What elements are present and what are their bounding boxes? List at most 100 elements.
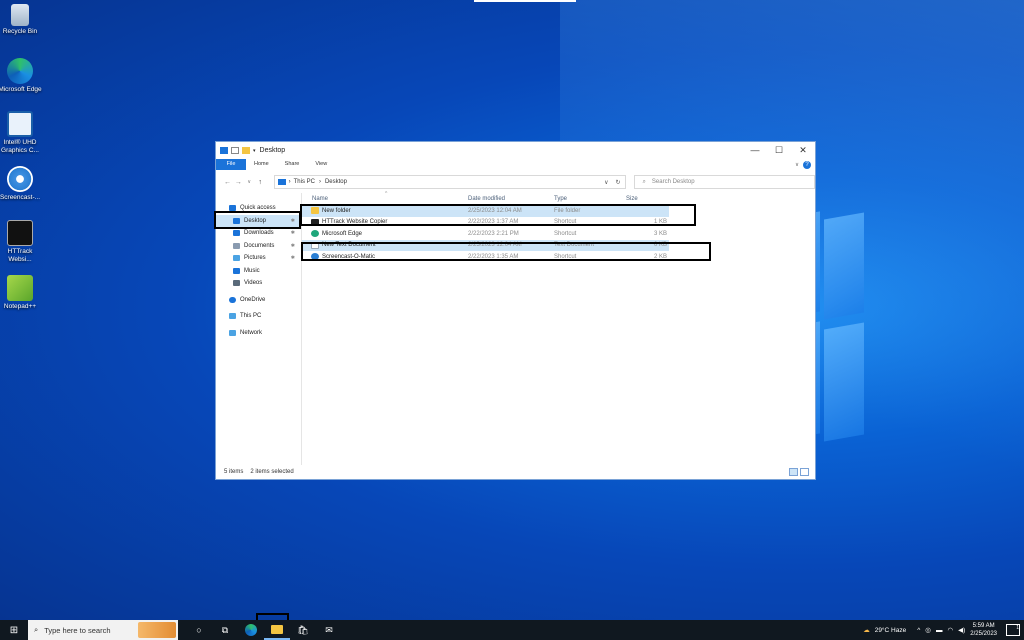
recent-locations-icon[interactable]: ∨ — [244, 179, 255, 185]
nav-item-network[interactable]: Network — [216, 327, 301, 340]
breadcrumb-this-pc[interactable]: This PC — [294, 179, 315, 185]
nav-item-videos[interactable]: Videos — [216, 277, 301, 290]
column-name[interactable]: Name — [312, 196, 328, 202]
start-button[interactable]: ⊞ — [0, 625, 28, 636]
sort-up-icon: ^ — [385, 191, 388, 197]
file-type: Shortcut — [554, 253, 577, 260]
battery-icon[interactable]: ▬ — [936, 627, 943, 634]
weather-icon[interactable]: ☁ — [863, 626, 870, 634]
nav-item-pictures[interactable]: Pictures ✱ — [216, 252, 301, 265]
taskbar-search-box[interactable]: ⌕ Type here to search — [28, 620, 178, 640]
forward-arrow-icon[interactable]: → — [233, 179, 244, 186]
weather-text[interactable]: 29°C Haze — [875, 627, 907, 634]
new-folder-icon[interactable] — [242, 147, 250, 154]
nav-item-quick-access[interactable]: Quick access — [216, 202, 301, 215]
file-type: Shortcut — [554, 219, 577, 226]
music-icon — [233, 267, 240, 274]
file-explorer-taskbar-icon[interactable] — [264, 620, 290, 640]
nav-item-desktop[interactable]: Desktop ✱ — [216, 214, 301, 227]
help-icon[interactable]: ? — [803, 160, 811, 169]
task-view-icon[interactable]: ⧉ — [212, 620, 238, 640]
store-icon[interactable]: 🛍 — [290, 620, 316, 640]
tab-home[interactable]: Home — [246, 159, 277, 170]
edge-icon — [311, 230, 319, 238]
pin-icon: ✱ — [290, 242, 295, 249]
volume-icon[interactable]: ◀) — [958, 626, 965, 634]
close-button[interactable]: ✕ — [791, 145, 815, 156]
desktop-folder-icon — [233, 217, 240, 224]
file-row-screencast[interactable]: Screencast-O-Matic 2/22/2023 1:35 AM Sho… — [302, 251, 669, 263]
file-type: Text Document — [554, 242, 595, 249]
cortana-icon[interactable]: ○ — [186, 620, 212, 640]
up-arrow-icon[interactable]: ↑ — [255, 179, 266, 186]
screencast-icon — [311, 253, 319, 261]
recycle-bin-icon — [11, 4, 29, 26]
file-row-microsoft-edge[interactable]: Microsoft Edge 2/22/2023 2:21 PM Shortcu… — [302, 228, 669, 240]
search-highlight-illustration — [138, 622, 176, 638]
desktop-icon-intel-graphics[interactable]: Intel® UHD Graphics C... — [0, 111, 43, 155]
top-edge-indicator — [474, 0, 576, 2]
breadcrumb-desktop[interactable]: Desktop — [325, 179, 347, 185]
refresh-icon[interactable]: ↻ — [616, 179, 621, 186]
column-type[interactable]: Type — [554, 196, 567, 202]
videos-icon — [233, 280, 240, 287]
file-size: 1 KB — [654, 219, 668, 226]
breadcrumb-separator: › — [288, 179, 291, 185]
properties-icon[interactable] — [231, 147, 239, 154]
address-bar[interactable]: › This PC › Desktop ∨ ↻ — [273, 175, 626, 189]
file-row-httrack[interactable]: HTTrack Website Copier 2/22/2023 1:37 AM… — [302, 217, 669, 229]
back-arrow-icon[interactable]: ← — [222, 179, 233, 186]
mail-icon[interactable]: ✉ — [316, 620, 342, 640]
tab-file[interactable]: File — [216, 159, 246, 170]
file-size: 2 KB — [654, 253, 668, 260]
nav-item-this-pc[interactable]: This PC — [216, 310, 301, 323]
system-tray: ☁ 29°C Haze ^ ◎ ▬ ◠ ◀) 5:59 AM 2/25/2023… — [863, 622, 1024, 638]
expand-ribbon-icon[interactable]: ∨ — [795, 162, 799, 168]
desktop-icon-recycle-bin[interactable]: Recycle Bin — [0, 4, 43, 36]
desktop-icon-notepad-plus-plus[interactable]: Notepad++ — [0, 275, 43, 311]
screencast-icon — [7, 166, 33, 192]
nav-item-label: Pictures — [244, 255, 266, 262]
edge-icon — [245, 624, 257, 636]
file-date: 2/22/2023 2:21 PM — [468, 230, 519, 237]
desktop-icon-label: Screencast-... — [0, 194, 41, 201]
desktop-icon-edge[interactable]: Microsoft Edge — [0, 58, 43, 94]
network-icon[interactable]: ◎ — [925, 626, 931, 634]
edge-taskbar-icon[interactable] — [238, 620, 264, 640]
tab-share[interactable]: Share — [277, 159, 308, 170]
details-view-button[interactable] — [789, 468, 798, 476]
file-row-new-text-document[interactable]: New Text Document 2/25/2023 12:04 AM Tex… — [302, 239, 669, 251]
file-name: Screencast-O-Matic — [322, 253, 376, 260]
tab-view[interactable]: View — [307, 159, 335, 170]
nav-item-documents[interactable]: Documents ✱ — [216, 240, 301, 253]
file-row-new-folder[interactable]: New folder 2/25/2023 12:04 AM File folde… — [302, 205, 669, 217]
documents-icon — [233, 242, 240, 249]
minimize-button[interactable]: — — [743, 145, 767, 156]
notification-center-button[interactable]: 1 — [1006, 624, 1020, 636]
status-bar: 5 items 2 items selected — [216, 465, 815, 479]
navigation-pane: Quick access Desktop ✱ Downloads ✱ Docum… — [216, 193, 302, 465]
address-dropdown-icon[interactable]: ∨ — [604, 179, 608, 186]
large-icons-view-button[interactable] — [800, 468, 809, 476]
title-bar[interactable]: ▾ Desktop — ☐ ✕ — [216, 142, 815, 159]
desktop-icon-screencast[interactable]: Screencast-... — [0, 166, 43, 202]
qat-dropdown-icon[interactable]: ▾ — [253, 148, 256, 154]
clock[interactable]: 5:59 AM 2/25/2023 — [970, 622, 997, 638]
maximize-button[interactable]: ☐ — [767, 145, 791, 156]
column-date-modified[interactable]: Date modified — [468, 196, 505, 202]
show-hidden-icons-icon[interactable]: ^ — [917, 627, 920, 634]
file-explorer-window[interactable]: ▾ Desktop — ☐ ✕ File Home Share View ∨ ?… — [215, 141, 816, 480]
nav-item-label: OneDrive — [240, 296, 266, 303]
computer-icon — [229, 313, 236, 320]
nav-item-label: Downloads — [244, 230, 274, 237]
notification-count: 1 — [1016, 625, 1019, 631]
column-size[interactable]: Size — [626, 196, 638, 202]
search-box[interactable]: ⌕ Search Desktop — [633, 175, 815, 189]
httrack-icon — [7, 220, 33, 246]
desktop-icon-httrack[interactable]: HTTrack Websi... — [0, 220, 43, 264]
wifi-icon[interactable]: ◠ — [947, 626, 953, 634]
nav-item-onedrive[interactable]: OneDrive — [216, 294, 301, 307]
nav-item-label: Desktop — [244, 217, 267, 224]
nav-item-music[interactable]: Music — [216, 265, 301, 278]
nav-item-downloads[interactable]: Downloads ✱ — [216, 227, 301, 240]
